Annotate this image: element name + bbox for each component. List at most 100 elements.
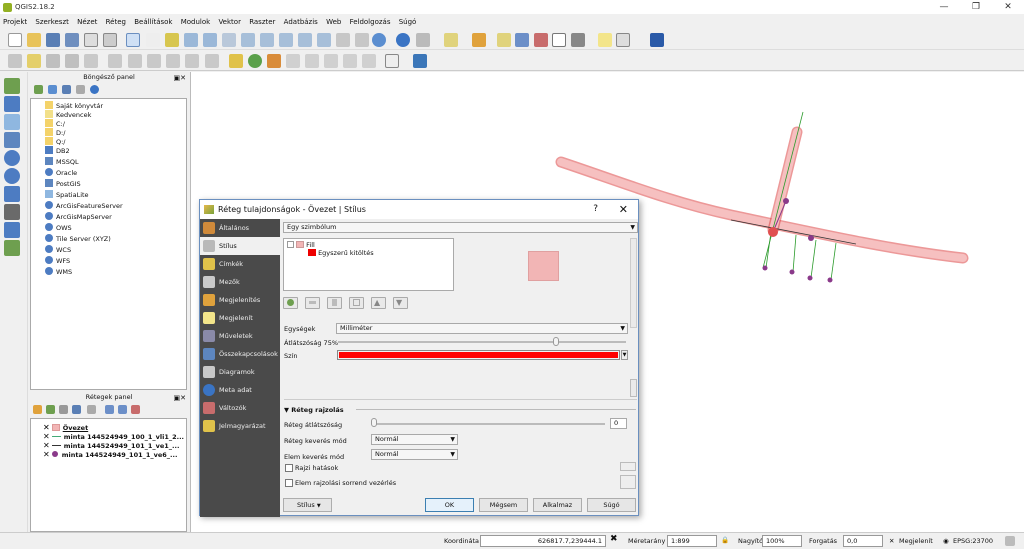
cancel-button[interactable]: Mégsem bbox=[479, 498, 528, 512]
paste-features-icon[interactable] bbox=[185, 54, 199, 68]
sidebar-item-display[interactable]: Megjelenít bbox=[200, 309, 280, 327]
print-layout-icon[interactable] bbox=[84, 33, 98, 47]
new-map-view-icon[interactable] bbox=[336, 33, 350, 47]
zoom-selection-icon[interactable] bbox=[260, 33, 274, 47]
rendering-section-header[interactable]: ▼ Réteg rajzolás bbox=[284, 406, 344, 414]
lock-scale-icon[interactable]: 🔒 bbox=[721, 536, 729, 544]
render-checkbox-icon[interactable]: ✕ bbox=[889, 537, 894, 545]
add-mssql-layer-icon[interactable] bbox=[4, 186, 20, 202]
save-edits-icon[interactable] bbox=[46, 54, 60, 68]
move-label-icon[interactable] bbox=[305, 54, 319, 68]
units-select[interactable]: Milliméter ▼ bbox=[336, 323, 628, 334]
sidebar-item-style[interactable]: Stílus bbox=[200, 237, 280, 255]
lower-scroll-handle[interactable] bbox=[630, 379, 637, 397]
rotation-field[interactable]: 0,0 bbox=[843, 535, 883, 547]
zoom-native-icon[interactable] bbox=[222, 33, 236, 47]
ok-button[interactable]: OK bbox=[425, 498, 474, 512]
menu-vektor[interactable]: Vektor bbox=[215, 15, 244, 26]
menu-raszter[interactable]: Raszter bbox=[246, 15, 278, 26]
zoom-next-icon[interactable] bbox=[317, 33, 331, 47]
browser-item-postgis[interactable]: PostGIS bbox=[45, 179, 81, 189]
messages-icon[interactable] bbox=[1005, 536, 1015, 546]
field-calculator-icon[interactable] bbox=[534, 33, 548, 47]
node-tool-icon[interactable] bbox=[108, 54, 122, 68]
layer-visible-icon[interactable]: ✕ bbox=[43, 432, 50, 441]
symbol-tree-simple-fill[interactable]: Egyszerű kitöltés bbox=[308, 249, 374, 257]
save-as-icon[interactable] bbox=[65, 33, 79, 47]
filter-icon[interactable] bbox=[62, 85, 71, 94]
zoom-layer-icon[interactable] bbox=[279, 33, 293, 47]
symbol-tree-fill[interactable]: Fill bbox=[287, 241, 315, 249]
text-annotation-icon[interactable] bbox=[616, 33, 630, 47]
add-spatialite-layer-icon[interactable] bbox=[4, 114, 20, 130]
zoom-full-icon[interactable] bbox=[241, 33, 255, 47]
collapse-all-icon[interactable] bbox=[118, 405, 127, 414]
change-label-icon[interactable] bbox=[343, 54, 357, 68]
browser-item-db2[interactable]: DB2 bbox=[45, 146, 70, 156]
save-project-icon[interactable] bbox=[46, 33, 60, 47]
menu-web[interactable]: Web bbox=[323, 15, 344, 26]
bookmark-icon[interactable] bbox=[355, 33, 369, 47]
sidebar-item-joins[interactable]: Összekapcsolások bbox=[200, 345, 280, 363]
help-icon[interactable] bbox=[650, 33, 664, 47]
sidebar-item-actions[interactable]: Műveletek bbox=[200, 327, 280, 345]
menu-feldolgozas[interactable]: Feldolgozás bbox=[347, 15, 394, 26]
move-down-button[interactable]: ▼ bbox=[393, 297, 408, 309]
measure-icon[interactable] bbox=[571, 33, 585, 47]
browser-item-arcgis-map[interactable]: ArcGisMapServer bbox=[45, 212, 112, 222]
menu-modulok[interactable]: Modulok bbox=[178, 15, 213, 26]
attribute-table-icon[interactable] bbox=[515, 33, 529, 47]
crs-label[interactable]: EPSG:23700 bbox=[953, 537, 993, 545]
close-button[interactable]: ✕ bbox=[994, 0, 1022, 14]
dialog-close-button[interactable]: ✕ bbox=[619, 200, 628, 219]
add-feature-icon[interactable] bbox=[65, 54, 79, 68]
menu-beallitasok[interactable]: Beállítások bbox=[131, 15, 175, 26]
add-postgis-layer-icon[interactable] bbox=[4, 132, 20, 148]
rotate-symbol-icon[interactable] bbox=[362, 54, 376, 68]
layer-visible-icon[interactable]: ✕ bbox=[43, 423, 50, 432]
move-up-button[interactable]: ▲ bbox=[371, 297, 386, 309]
color-dropdown-chevron-icon[interactable]: ▼ bbox=[621, 350, 628, 360]
copy-features-icon[interactable] bbox=[166, 54, 180, 68]
layer-row-minta-1[interactable]: ✕ minta 144524949_100_1_vli1_2... bbox=[43, 432, 184, 441]
select-features-icon[interactable] bbox=[444, 33, 458, 47]
current-edits-icon[interactable] bbox=[8, 54, 22, 68]
identify-icon[interactable] bbox=[396, 33, 410, 47]
layer-transparency-slider[interactable] bbox=[373, 423, 605, 425]
pan-hand-icon[interactable] bbox=[146, 33, 160, 47]
menu-szerkeszt[interactable]: Szerkeszt bbox=[32, 15, 71, 26]
undo-icon[interactable] bbox=[205, 54, 219, 68]
layer-row-minta-3[interactable]: ✕ minta 144524949_101_1_ve6_... bbox=[43, 450, 177, 459]
opacity-slider[interactable] bbox=[338, 341, 626, 343]
layer-blend-select[interactable]: Normál ▼ bbox=[371, 434, 458, 445]
properties-icon[interactable] bbox=[90, 85, 99, 94]
layer-row-ovezet[interactable]: ✕ Övezet bbox=[43, 423, 88, 432]
browser-item-wfs[interactable]: WFS bbox=[45, 256, 70, 266]
rotate-label-icon[interactable] bbox=[324, 54, 338, 68]
scale-field[interactable]: 1:899 bbox=[667, 535, 717, 547]
duplicate-layer-button[interactable] bbox=[349, 297, 364, 309]
python-console-icon[interactable] bbox=[413, 54, 427, 68]
deselect-icon[interactable] bbox=[497, 33, 511, 47]
delete-selected-icon[interactable] bbox=[128, 54, 142, 68]
filter-legend-icon[interactable] bbox=[72, 405, 81, 414]
sidebar-item-rendering[interactable]: Megjelenítés bbox=[200, 291, 280, 309]
add-symbol-layer-button[interactable] bbox=[283, 297, 298, 309]
pan-to-selection-icon[interactable] bbox=[165, 33, 179, 47]
refresh-icon[interactable] bbox=[48, 85, 57, 94]
csw-icon[interactable] bbox=[385, 54, 399, 68]
map-tips-icon[interactable] bbox=[598, 33, 612, 47]
layout-manager-icon[interactable] bbox=[103, 33, 117, 47]
add-vector-layer-icon[interactable] bbox=[4, 78, 20, 94]
opacity-slider-handle[interactable] bbox=[553, 337, 559, 346]
add-wfs-layer-icon[interactable] bbox=[4, 222, 20, 238]
apply-button[interactable]: Alkalmaz bbox=[533, 498, 582, 512]
sidebar-item-metadata[interactable]: Meta adat bbox=[200, 381, 280, 399]
expand-icon[interactable] bbox=[287, 241, 294, 248]
browser-item-wms[interactable]: WMS bbox=[45, 267, 72, 277]
add-wcs-layer-icon[interactable] bbox=[4, 168, 20, 184]
menu-adatbazis[interactable]: Adatbázis bbox=[281, 15, 321, 26]
layer-visible-icon[interactable]: ✕ bbox=[43, 450, 50, 459]
show-hide-labels-icon[interactable] bbox=[286, 54, 300, 68]
maximize-button[interactable]: ❐ bbox=[962, 0, 990, 14]
